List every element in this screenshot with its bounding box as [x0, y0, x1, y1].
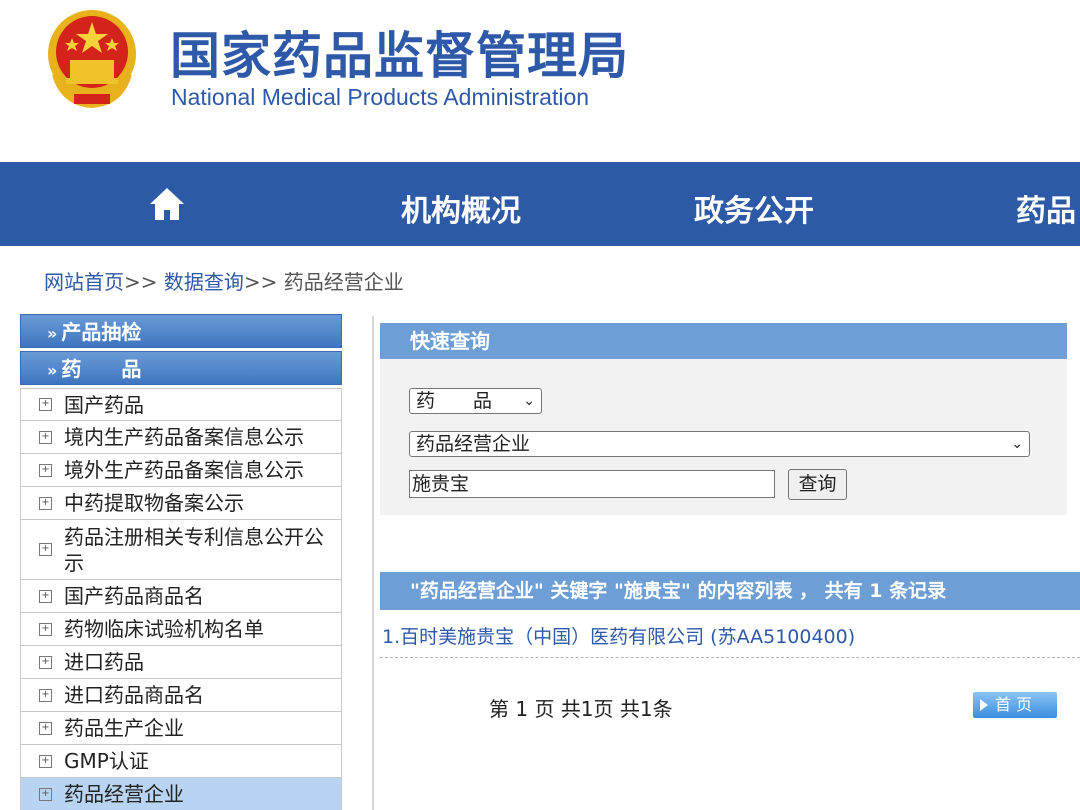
- expand-icon: +: [39, 496, 52, 510]
- sidebar-item[interactable]: + 药品注册相关专利信息公开公示: [20, 520, 342, 580]
- result-divider: [380, 657, 1080, 658]
- sidebar: » 产品抽检 » 药 品 + 国产药品 + 境内生产药品备案信息公示 + 境外生产药品备案…: [20, 314, 342, 810]
- site-title-cn: 国家药品监督管理局: [170, 27, 629, 85]
- expand-icon: +: [39, 398, 52, 411]
- sidebar-item-label: 药品注册相关专利信息公开公示: [64, 524, 324, 575]
- sidebar-header-product-sampling[interactable]: » 产品抽检: [20, 314, 342, 348]
- breadcrumb-home-link[interactable]: 网站首页: [44, 270, 124, 294]
- sidebar-item-label: 国产药品: [64, 392, 144, 417]
- breadcrumb-separator: >>: [124, 270, 158, 294]
- result-link[interactable]: 1.百时美施贵宝（中国）医药有限公司 (苏AA5100400): [382, 622, 855, 649]
- expand-icon: +: [39, 787, 52, 801]
- divider: [372, 316, 374, 810]
- sidebar-item[interactable]: + 国产药品: [20, 388, 342, 421]
- site-header: 国家药品监督管理局 National Medical Products Admi…: [0, 0, 1080, 162]
- expand-icon: +: [39, 622, 52, 636]
- category-select[interactable]: 药 品 ⌄: [409, 388, 542, 414]
- breadcrumb-current: 药品经营企业: [283, 270, 404, 294]
- expand-icon: +: [39, 655, 52, 669]
- sidebar-item-label: GMP认证: [64, 749, 149, 773]
- sidebar-item[interactable]: + GMP认证: [20, 745, 342, 778]
- first-page-label: 首 页: [995, 695, 1033, 714]
- chevron-down-icon: ⌄: [1011, 436, 1023, 452]
- sidebar-header-drugs[interactable]: » 药 品: [20, 351, 342, 385]
- search-button[interactable]: 查询: [788, 469, 847, 500]
- sidebar-item[interactable]: + 进口药品: [20, 646, 342, 679]
- sidebar-item-label: 境外生产药品备案信息公示: [64, 458, 304, 482]
- sidebar-item-label: 进口药品商品名: [64, 683, 204, 707]
- expand-icon: +: [39, 688, 52, 702]
- site-title-en: National Medical Products Administration: [171, 84, 590, 110]
- sidebar-item-label: 境内生产药品备案信息公示: [64, 425, 304, 449]
- results-header: "药品经营企业" 关键字 "施贵宝" 的内容列表 ， 共有 1 条记录: [380, 572, 1080, 610]
- double-chevron-icon: »: [47, 324, 58, 343]
- sidebar-item[interactable]: + 进口药品商品名: [20, 679, 342, 712]
- sidebar-item-active[interactable]: + 药品经营企业: [20, 778, 342, 810]
- main-nav: 机构概况 政务公开 药品: [0, 162, 1080, 246]
- first-page-button[interactable]: 首 页: [973, 692, 1057, 718]
- sidebar-item-label: 药物临床试验机构名单: [64, 617, 264, 641]
- nav-item-government-affairs[interactable]: 政务公开: [694, 186, 814, 230]
- sidebar-item[interactable]: + 药品生产企业: [20, 712, 342, 745]
- sidebar-item[interactable]: + 境内生产药品备案信息公示: [20, 421, 342, 454]
- quick-search-title: 快速查询: [380, 323, 1067, 359]
- pagination-info: 第 1 页 共1页 共1条: [489, 697, 673, 721]
- sidebar-header-label: 药 品: [61, 357, 142, 381]
- sidebar-item[interactable]: + 境外生产药品备案信息公示: [20, 454, 342, 487]
- expand-icon: +: [39, 589, 52, 603]
- sidebar-item-label: 药品经营企业: [64, 782, 184, 806]
- breadcrumb-separator: >>: [243, 270, 278, 294]
- database-select-value: 药品经营企业: [416, 433, 531, 455]
- national-emblem-icon: [48, 10, 136, 108]
- sidebar-item[interactable]: + 药物临床试验机构名单: [20, 613, 342, 646]
- nav-item-about[interactable]: 机构概况: [401, 186, 521, 230]
- chevron-down-icon: ⌄: [523, 393, 535, 409]
- expand-icon: +: [39, 463, 52, 477]
- category-select-value: 药 品: [416, 390, 493, 412]
- sidebar-item-label: 药品生产企业: [64, 716, 184, 740]
- breadcrumb: 网站首页>> 数据查询>> 药品经营企业: [44, 266, 404, 295]
- sidebar-header-label: 产品抽检: [61, 320, 142, 344]
- breadcrumb-data-link[interactable]: 数据查询: [164, 270, 244, 294]
- home-icon[interactable]: [148, 186, 186, 222]
- expand-icon: +: [39, 721, 52, 735]
- sidebar-item[interactable]: + 国产药品商品名: [20, 580, 342, 613]
- sidebar-item-label: 国产药品商品名: [64, 584, 204, 608]
- sidebar-item-label: 中药提取物备案公示: [64, 491, 244, 515]
- keyword-input[interactable]: 施贵宝: [409, 470, 775, 498]
- sidebar-item[interactable]: + 中药提取物备案公示: [20, 487, 342, 520]
- expand-icon: +: [39, 543, 52, 556]
- expand-icon: +: [39, 754, 52, 768]
- expand-icon: +: [39, 430, 52, 444]
- sidebar-item-label: 进口药品: [64, 650, 144, 674]
- play-arrow-icon: [980, 699, 988, 711]
- nav-item-drugs[interactable]: 药品: [1016, 186, 1076, 230]
- database-select[interactable]: 药品经营企业 ⌄: [409, 431, 1030, 457]
- double-chevron-icon: »: [47, 361, 58, 380]
